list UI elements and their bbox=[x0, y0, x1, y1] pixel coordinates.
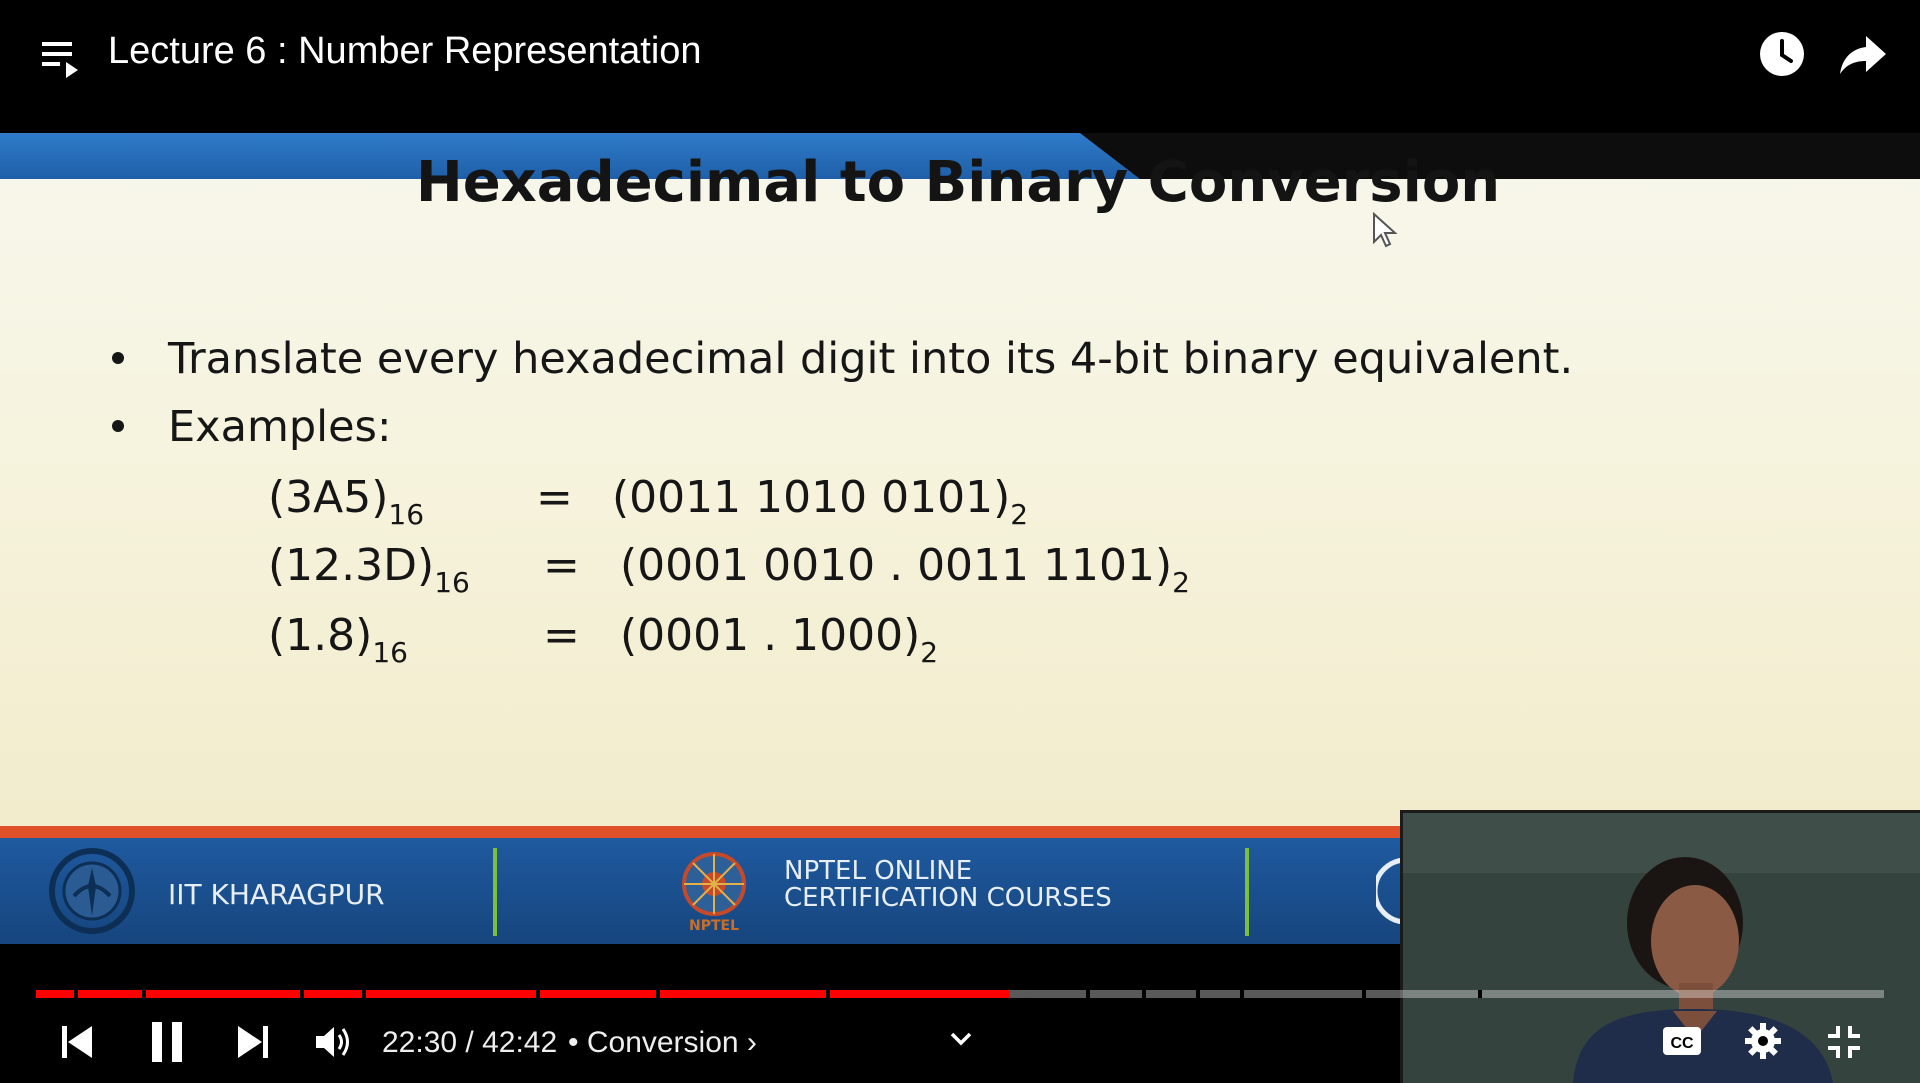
pause-icon[interactable] bbox=[150, 1020, 184, 1064]
gear-icon[interactable] bbox=[1744, 1022, 1782, 1060]
chapter-marker bbox=[1478, 990, 1482, 998]
skip-previous-icon[interactable] bbox=[62, 1024, 94, 1060]
top-bar: Lecture 6 : Number Representation bbox=[0, 0, 1920, 110]
chapter-title-button[interactable]: • Conversion › bbox=[568, 1026, 757, 1060]
example-3-lhs: (1.8)16 bbox=[268, 610, 408, 669]
example-2-rhs: (0001 0010 . 0011 1101)2 bbox=[620, 540, 1190, 599]
svg-text:CC: CC bbox=[1670, 1035, 1694, 1052]
example-row-2: (12.3D)16 = (0001 0010 . 0011 1101)2 bbox=[0, 540, 1400, 610]
chapter-marker bbox=[1240, 990, 1244, 998]
progress-bar[interactable] bbox=[36, 990, 1884, 998]
footer-nptel-line2: CERTIFICATION COURSES bbox=[784, 883, 1112, 913]
progress-played bbox=[36, 990, 1010, 998]
skip-next-icon[interactable] bbox=[236, 1024, 268, 1060]
bullet-item-1: Translate every hexadecimal digit into i… bbox=[112, 334, 1573, 384]
slide-heading: Hexadecimal to Binary Conversion bbox=[415, 150, 1501, 215]
nptel-logo-text: NPTEL bbox=[689, 918, 739, 934]
chapter-marker bbox=[1086, 990, 1090, 998]
example-1-lhs: (3A5)16 bbox=[268, 472, 425, 531]
video-title[interactable]: Lecture 6 : Number Representation bbox=[108, 30, 702, 73]
bullet-text-1: Translate every hexadecimal digit into i… bbox=[168, 334, 1574, 384]
playlist-icon[interactable] bbox=[40, 36, 84, 80]
footer-nptel-line1: NPTEL ONLINE bbox=[784, 856, 973, 886]
exit-fullscreen-icon[interactable] bbox=[1826, 1024, 1862, 1060]
chapter-marker bbox=[1142, 990, 1146, 998]
example-3-rhs: (0001 . 1000)2 bbox=[620, 610, 939, 669]
chapter-marker bbox=[74, 990, 78, 998]
share-arrow-icon[interactable] bbox=[1838, 32, 1888, 78]
footer-nptel-title: NPTEL ONLINE CERTIFICATION COURSES bbox=[784, 858, 1112, 912]
example-1-equals: = bbox=[536, 472, 573, 523]
example-2-equals: = bbox=[543, 540, 580, 591]
time-display: 22:30 / 42:42 bbox=[382, 1026, 558, 1059]
example-1-rhs: (0011 1010 0101)2 bbox=[612, 472, 1029, 531]
bullet-text-2: Examples: bbox=[168, 402, 392, 452]
example-row-1: (3A5)16 = (0011 1010 0101)2 bbox=[0, 472, 1400, 542]
bullet-dot bbox=[112, 419, 124, 432]
footer-divider bbox=[1245, 848, 1249, 936]
chapter-marker bbox=[536, 990, 540, 998]
chapter-marker bbox=[362, 990, 366, 998]
chapter-marker bbox=[656, 990, 660, 998]
chapter-marker bbox=[142, 990, 146, 998]
chapter-marker bbox=[826, 990, 830, 998]
iit-kharagpur-logo-icon bbox=[49, 848, 135, 934]
cc-icon[interactable]: CC bbox=[1662, 1024, 1702, 1058]
player-controls: 22:30 / 42:42 • Conversion › CC bbox=[0, 1010, 1920, 1080]
chapter-marker bbox=[1362, 990, 1366, 998]
chapter-marker bbox=[1196, 990, 1200, 998]
example-3-equals: = bbox=[543, 610, 580, 661]
chevron-down-icon[interactable] bbox=[948, 1026, 974, 1052]
example-2-lhs: (12.3D)16 bbox=[268, 540, 470, 599]
nptel-logo-icon: NPTEL bbox=[682, 852, 746, 934]
chapter-marker bbox=[300, 990, 304, 998]
mouse-cursor-icon bbox=[1373, 212, 1398, 248]
volume-icon[interactable] bbox=[314, 1024, 354, 1060]
example-row-3: (1.8)16 = (0001 . 1000)2 bbox=[0, 610, 1400, 680]
bullet-item-2: Examples: bbox=[112, 402, 391, 452]
clock-icon[interactable] bbox=[1758, 30, 1806, 78]
footer-institute-name: IIT KHARAGPUR bbox=[168, 878, 385, 911]
bullet-dot bbox=[112, 351, 124, 364]
footer-divider bbox=[493, 848, 497, 936]
